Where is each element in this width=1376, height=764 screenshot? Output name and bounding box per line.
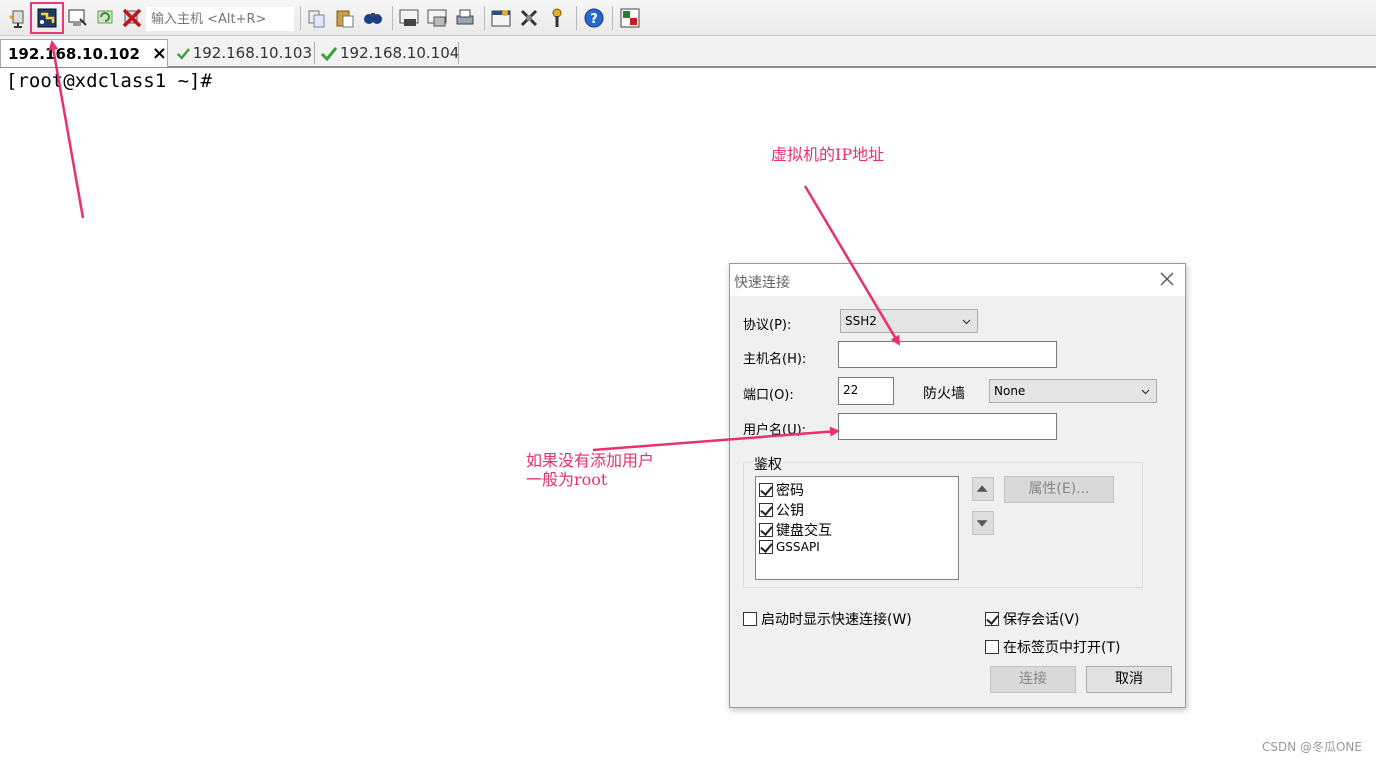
option-label: 启动时显示快速连接(W)	[761, 612, 912, 628]
protocol-label: 协议(P):	[743, 318, 792, 333]
paste-icon[interactable]	[334, 7, 356, 29]
username-label: 用户名(U):	[743, 423, 807, 438]
arrow-down-icon	[976, 520, 988, 527]
toolbar-separator	[392, 6, 393, 30]
arrow-up-icon	[976, 485, 988, 492]
disconnect-icon[interactable]	[121, 7, 143, 29]
connected-check-icon	[176, 48, 191, 60]
annotation-user-line1: 如果没有添加用户	[526, 451, 655, 470]
quick-connect-highlight	[30, 2, 64, 34]
dialog-titlebar: 快速连接	[730, 264, 1185, 296]
copy-icon[interactable]	[306, 7, 328, 29]
tab-close-icon[interactable]: ×	[152, 43, 167, 64]
watermark: CSDN @冬瓜ONE	[1261, 740, 1362, 754]
properties-button[interactable]: 属性(E)...	[1004, 476, 1114, 503]
quick-connect-dialog: 快速连接 协议(P): SSH2 主机名(H): 端口(O): 22 防火墙 N…	[729, 263, 1186, 708]
checkbox[interactable]	[743, 612, 757, 626]
chevron-down-icon	[1141, 389, 1150, 395]
annotation-user-line2: 一般为root	[526, 470, 608, 489]
tab-separator	[314, 42, 315, 64]
hostname-field[interactable]	[838, 341, 1057, 368]
session-options-icon[interactable]	[490, 7, 512, 29]
auth-method-label: 公钥	[776, 503, 804, 519]
firewall-select[interactable]: None	[989, 379, 1157, 403]
connect-button[interactable]: 连接	[990, 666, 1076, 693]
checkbox[interactable]	[759, 503, 773, 517]
protocol-value: SSH2	[845, 314, 877, 328]
protocol-select[interactable]: SSH2	[840, 309, 978, 333]
help-icon[interactable]: ?	[583, 7, 605, 29]
port-field[interactable]: 22	[838, 377, 894, 405]
tab-label: 192.168.10.103	[192, 44, 312, 62]
list-item[interactable]: 公钥	[759, 500, 804, 520]
cancel-button[interactable]: 取消	[1086, 666, 1172, 693]
option-label: 保存会话(V)	[1003, 612, 1080, 628]
chevron-down-icon	[962, 319, 971, 325]
checkbox[interactable]	[759, 540, 773, 554]
find-icon[interactable]	[362, 7, 384, 29]
shell-prompt: [root@xdclass1 ~]#	[6, 70, 212, 92]
connect-in-tab-icon[interactable]	[66, 7, 88, 29]
auth-group-label: 鉴权	[752, 454, 784, 474]
move-down-button[interactable]	[972, 511, 994, 535]
keymap-icon[interactable]	[546, 7, 568, 29]
dialog-title: 快速连接	[734, 275, 790, 291]
move-up-button[interactable]	[972, 477, 994, 501]
reconnect-icon[interactable]	[94, 7, 116, 29]
checkbox[interactable]	[985, 612, 999, 626]
tab-label: 192.168.10.104	[340, 44, 460, 62]
username-field[interactable]	[838, 413, 1057, 440]
auth-method-label: 键盘交互	[776, 523, 832, 539]
list-item[interactable]: GSSAPI	[759, 540, 820, 554]
toolbar: ?	[0, 0, 1376, 36]
print-selection-icon[interactable]	[426, 7, 448, 29]
connect-icon[interactable]	[8, 7, 30, 29]
hostname-label: 主机名(H):	[743, 352, 807, 367]
checkbox[interactable]	[759, 523, 773, 537]
tab-session-1[interactable]: 192.168.10.102 ×	[0, 39, 168, 67]
auth-method-list[interactable]: 密码 公钥 键盘交互 GSSAPI	[755, 476, 959, 580]
sftp-icon[interactable]	[619, 7, 641, 29]
firewall-label: 防火墙	[923, 386, 965, 402]
checkbox[interactable]	[985, 640, 999, 654]
annotation-ip: 虚拟机的IP地址	[771, 145, 885, 164]
toolbar-separator	[484, 6, 485, 30]
tab-label: 192.168.10.102	[8, 44, 140, 63]
tab-session-3[interactable]: 192.168.10.104	[316, 39, 462, 67]
session-tabs: 192.168.10.102 × 192.168.10.103 192.168.…	[0, 36, 1376, 68]
svg-text:?: ?	[590, 12, 598, 27]
toolbar-separator	[300, 6, 301, 30]
toolbar-separator	[576, 6, 577, 30]
list-item[interactable]: 键盘交互	[759, 520, 832, 540]
auth-method-label: GSSAPI	[776, 540, 820, 554]
connected-check-icon	[5, 53, 6, 54]
port-label: 端口(O):	[743, 388, 794, 403]
close-icon[interactable]	[1157, 269, 1177, 289]
list-item[interactable]: 密码	[759, 480, 804, 500]
checkbox[interactable]	[759, 483, 773, 497]
print-icon[interactable]	[454, 7, 476, 29]
option-label: 在标签页中打开(T)	[1003, 640, 1121, 656]
global-options-icon[interactable]	[518, 7, 540, 29]
connected-check-icon	[320, 47, 338, 62]
tab-session-2[interactable]: 192.168.10.103	[172, 39, 312, 67]
save-session-option[interactable]: 保存会话(V)	[985, 609, 1080, 629]
host-input[interactable]	[146, 7, 294, 31]
tab-separator	[458, 42, 459, 64]
open-in-tab-option[interactable]: 在标签页中打开(T)	[985, 637, 1120, 657]
toolbar-separator	[612, 6, 613, 30]
auth-method-label: 密码	[776, 483, 804, 499]
show-on-startup-option[interactable]: 启动时显示快速连接(W)	[743, 609, 912, 629]
print-setup-icon[interactable]	[398, 7, 420, 29]
firewall-value: None	[994, 384, 1026, 398]
